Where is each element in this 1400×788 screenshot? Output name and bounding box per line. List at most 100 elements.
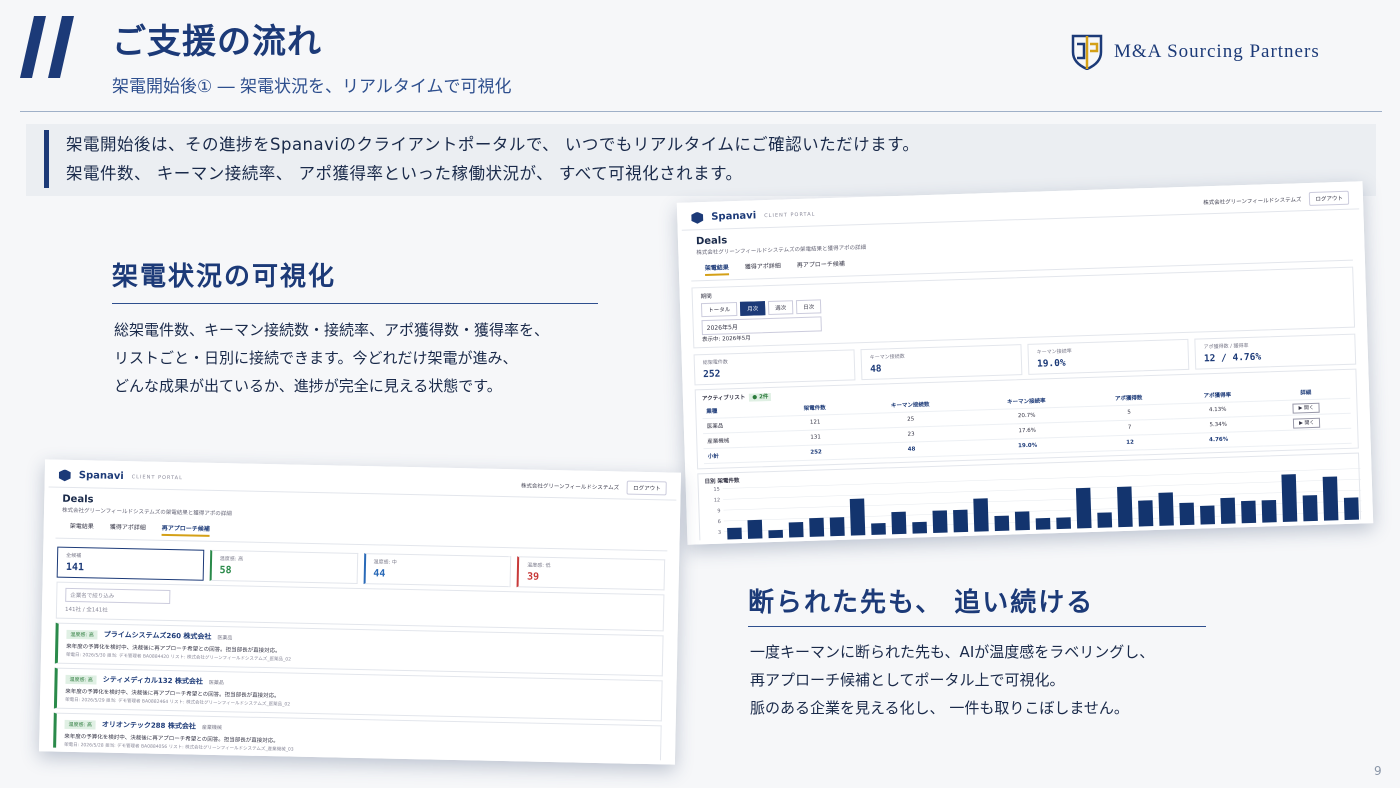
chart-bar-2026-05-27 — [1261, 499, 1277, 526]
open-detail-button[interactable]: ▶ 開く — [1292, 402, 1321, 414]
filter-count: 141社 / 全141社 — [64, 606, 108, 614]
section2-line-1: 一度キーマンに断られた先も、AIが温度感をラベリングし、 — [750, 643, 1155, 661]
logout-button[interactable]: ログアウト — [1309, 190, 1350, 206]
header-slash-mark — [20, 16, 74, 78]
active-list-label: アクティブリスト — [701, 394, 746, 403]
section1-title: 架電状況の可視化 — [112, 262, 337, 292]
table-cell: 小計 — [703, 446, 779, 464]
period-daily-button[interactable]: 日次 — [795, 299, 822, 315]
open-detail-button[interactable]: ▶ 開く — [1292, 417, 1321, 429]
tab-call-results[interactable]: 架電結果 — [70, 521, 94, 535]
x-tick-label: 2026-05-19 — [1093, 536, 1118, 542]
list-item[interactable]: 温度感: 高プライムシステムズ260 株式会社 医薬品 来年度の予算化を検討中、決… — [54, 622, 664, 677]
company-name: プライムシステムズ260 株式会社 — [103, 630, 212, 641]
company-logo: M&A Sourcing Partners — [1070, 34, 1320, 70]
x-tick-label: 2026-05-13 — [970, 540, 995, 545]
page-number: 9 — [1374, 764, 1382, 778]
company-filter-input[interactable]: 企業名で絞り込み — [65, 587, 171, 605]
page-subtitle: 架電開始後① ― 架電状況を、リアルタイムで可視化 — [112, 77, 512, 97]
stat-value: 44 — [373, 568, 386, 580]
y-tick-label: 0 — [718, 541, 721, 545]
stat-label: 温度感: 低 — [527, 562, 551, 569]
chart-bar-2026-05-08 — [871, 523, 886, 538]
industry: 医薬品 — [217, 634, 233, 641]
tab-reapproach[interactable]: 再アプローチ候補 — [161, 522, 210, 537]
lead-line-1: 架電開始後は、その進捗をSpanaviのクライアントポータルで、 いつでもリアル… — [66, 135, 920, 154]
list-item[interactable]: 温度感: 高オリオンテック288 株式会社 産業機械 来年度の予算化を検討中、決裁… — [52, 712, 662, 765]
stat-all-candidates[interactable]: 全候補 141 — [56, 546, 205, 581]
chart-bar-2026-05-29 — [1302, 495, 1318, 525]
chart-bar-2026-05-22 — [1158, 492, 1174, 529]
company-name: オリオンテック288 株式会社 — [101, 720, 196, 731]
section1-rule — [112, 303, 598, 304]
kpi-value: 19.0% — [1036, 357, 1066, 370]
y-tick-label: 9 — [717, 508, 720, 514]
chart-bar-2026-05-12 — [953, 509, 969, 536]
chart-bar-2026-05-09 — [891, 511, 907, 538]
kpi-value: 252 — [703, 368, 721, 381]
tab-reapproach[interactable]: 再アプローチ候補 — [797, 259, 845, 274]
x-tick-label: 2026-05-27 — [1258, 531, 1283, 537]
portal-label: CLIENT PORTAL — [131, 473, 183, 481]
x-tick-label: 2026-05-31 — [1340, 528, 1365, 534]
kpi-total-calls: 総架電件数 252 — [693, 349, 856, 386]
section2-title: 断られた先も、 追い続ける — [748, 588, 1095, 618]
period-monthly-button[interactable]: 月次 — [739, 301, 766, 316]
header-divider — [20, 111, 1382, 112]
section2-line-3: 脈のある企業を見える化し、 一件も取りこぼしません。 — [750, 699, 1129, 717]
spanavi-logo-icon — [691, 212, 703, 224]
x-tick-label: 2026-05-09 — [887, 543, 912, 545]
section1-line-2: リストごと・日別に接続できます。今どれだけ架電が進み、 — [114, 349, 518, 367]
portal-screenshot-reapproach: Spanavi CLIENT PORTAL 株式会社グリーンフィールドシステムズ… — [39, 459, 681, 765]
portal-brand: Spanavi — [78, 470, 124, 483]
chart-bar-2026-05-30 — [1322, 476, 1339, 524]
stat-temp-high[interactable]: 温度感: 高 58 — [209, 549, 358, 584]
x-tick-label: 2026-05-11 — [929, 541, 954, 544]
table-cell: 19.0% — [969, 436, 1086, 456]
table-cell — [1262, 428, 1352, 447]
kpi-appointments: アポ獲得数 / 獲得率 12 / 4.76% — [1194, 333, 1357, 370]
temperature-badge: 温度感: 高 — [64, 719, 96, 729]
tab-call-results[interactable]: 架電結果 — [704, 262, 730, 277]
logout-button[interactable]: ログアウト — [627, 480, 667, 495]
y-tick-label: 3 — [718, 530, 721, 536]
table-cell: 4.76% — [1174, 431, 1264, 449]
chart-bar-2026-05-03 — [768, 529, 784, 542]
x-tick-label: 2026-05-21 — [1134, 535, 1159, 541]
daily-calls-chart-panel: 日別 架電件数 036912152026-05-012026-05-032026… — [697, 452, 1365, 545]
section1-line-3: どんな成果が出ているか、進捗が完全に見える状態です。 — [114, 377, 502, 395]
period-weekly-button[interactable]: 週次 — [767, 300, 794, 316]
period-total-button[interactable]: トータル — [700, 302, 738, 318]
shield-logo-icon — [1071, 34, 1103, 70]
stat-label: 温度感: 中 — [373, 559, 397, 566]
kpi-label: キーマン接続率 — [1036, 348, 1072, 356]
stat-label: 温度感: 高 — [219, 556, 244, 563]
active-list-badge: ● 2件 — [749, 392, 772, 402]
stat-value: 58 — [219, 565, 232, 577]
stat-temp-low[interactable]: 温度感: 低 39 — [516, 556, 666, 591]
chart-bar-2026-05-14 — [994, 515, 1010, 535]
kpi-value: 48 — [869, 363, 882, 375]
x-tick-label: 2026-05-15 — [1011, 539, 1036, 545]
lead-line-2: 架電件数、 キーマン接続率、 アポ獲得率といった稼働状況が、 すべて可視化されま… — [66, 164, 743, 183]
portal-company: 株式会社グリーンフィールドシステムズ — [1203, 196, 1302, 206]
x-tick-label: 2026-05-07 — [846, 544, 871, 545]
chart-bar-2026-05-06 — [829, 517, 845, 540]
chart-bar-2026-05-18 — [1075, 487, 1092, 532]
chart-bar-2026-05-10 — [912, 521, 928, 537]
table-cell: 252 — [778, 443, 854, 462]
tab-appointments[interactable]: 獲得アポ詳細 — [745, 261, 781, 275]
industry: 産業機械 — [201, 724, 222, 731]
stat-temp-mid[interactable]: 温度感: 中 44 — [363, 553, 512, 588]
chart-bar-2026-05-04 — [788, 522, 804, 541]
list-item[interactable]: 温度感: 高シティメディカル132 株式会社 医薬品 来年度の予算化を検討中、決裁… — [53, 667, 663, 722]
lead-text: 架電開始後は、その進捗をSpanaviのクライアントポータルで、 いつでもリアル… — [66, 130, 919, 188]
portal-company: 株式会社グリーンフィールドシステムズ — [520, 482, 620, 491]
page-title: ご支援の流れ — [112, 22, 322, 62]
chart-bar-2026-05-13 — [973, 498, 989, 535]
stat-label: 全候補 — [66, 552, 82, 560]
tab-appointments[interactable]: 獲得アポ詳細 — [110, 522, 146, 536]
chart-bar-2026-05-31 — [1343, 497, 1360, 524]
chart-bar-2026-05-26 — [1241, 500, 1257, 527]
logo-text: M&A Sourcing Partners — [1114, 41, 1320, 62]
